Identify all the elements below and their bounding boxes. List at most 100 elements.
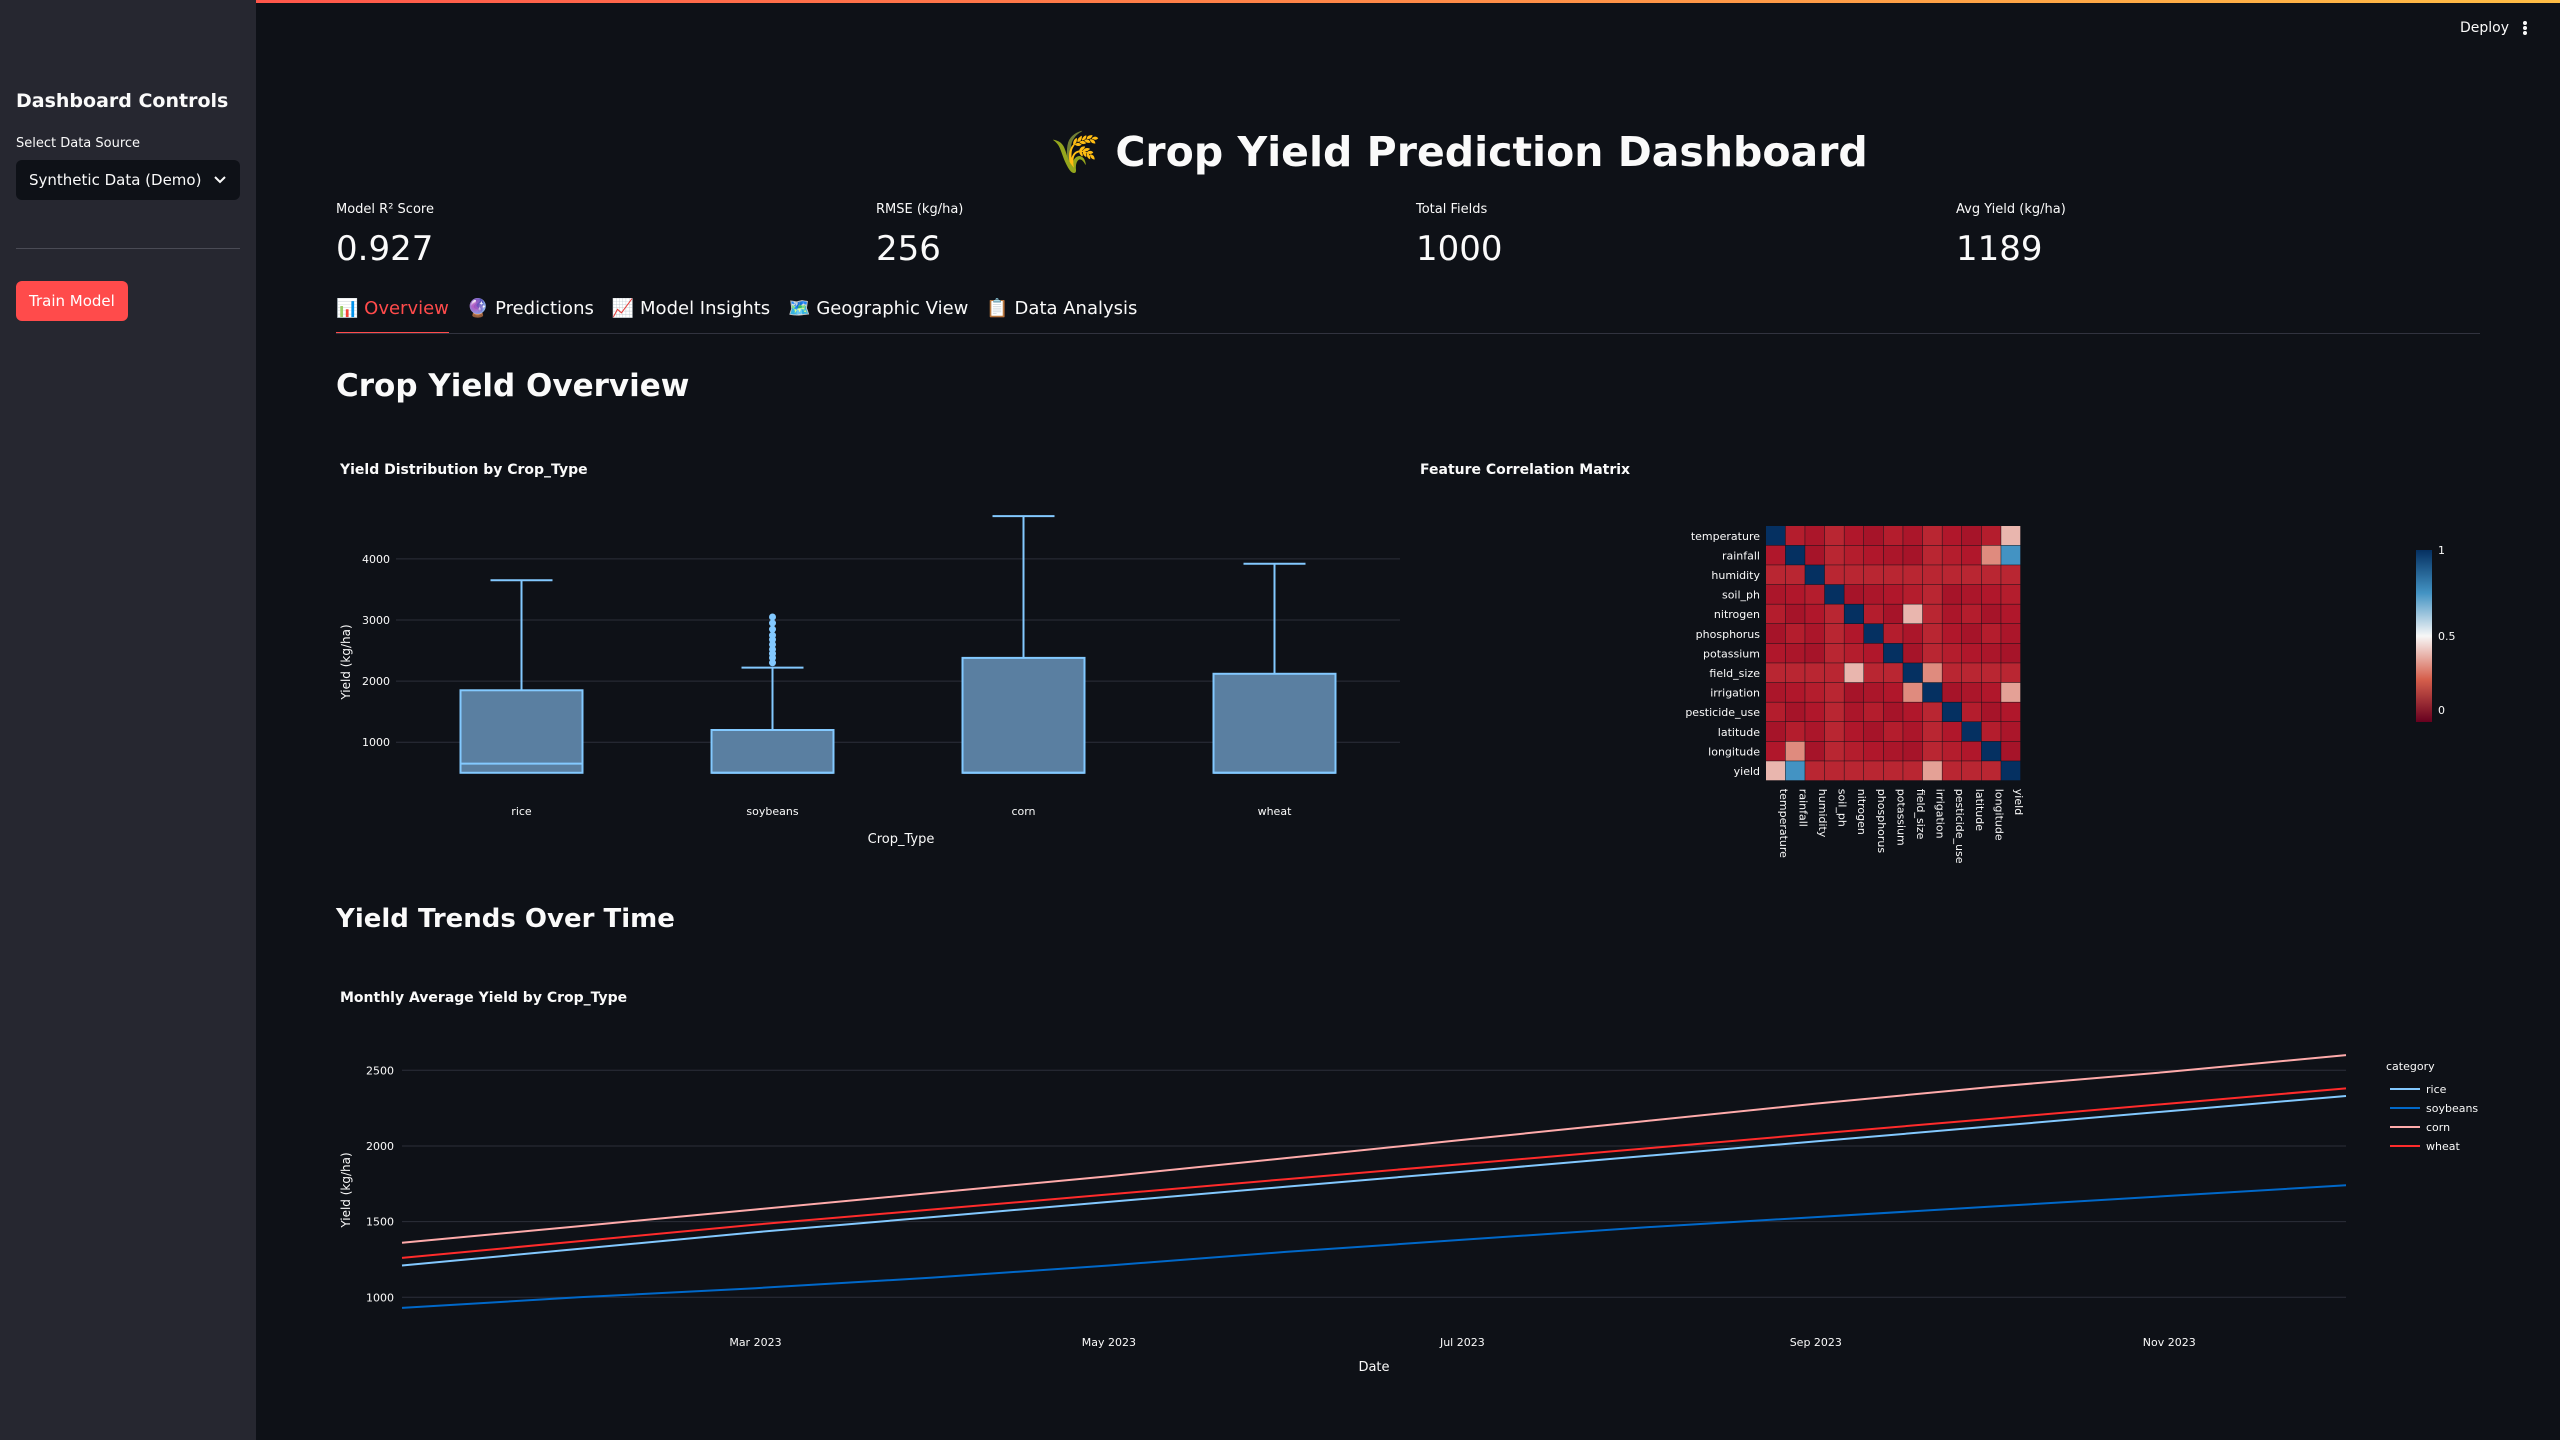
heatmap-cell[interactable]: [1922, 663, 1942, 683]
heatmap-cell[interactable]: [1766, 663, 1786, 683]
heatmap-cell[interactable]: [1824, 604, 1844, 624]
heatmap-cell[interactable]: [1824, 702, 1844, 722]
heatmap-cell[interactable]: [1805, 545, 1825, 565]
data-source-select[interactable]: Synthetic Data (Demo): [16, 160, 240, 200]
heatmap-cell[interactable]: [1903, 682, 1923, 702]
heatmap-cell[interactable]: [1942, 526, 1962, 546]
heatmap-cell[interactable]: [1844, 722, 1864, 742]
heatmap-cell[interactable]: [1864, 545, 1884, 565]
heatmap-cell[interactable]: [1883, 761, 1903, 781]
heatmap-cell[interactable]: [1903, 584, 1923, 604]
heatmap-cell[interactable]: [1922, 545, 1942, 565]
legend-item-soybeans[interactable]: soybeans: [2426, 1102, 2478, 1115]
legend-item-rice[interactable]: rice: [2426, 1083, 2447, 1096]
heatmap-cell[interactable]: [1903, 741, 1923, 761]
heatmap-cell[interactable]: [1942, 604, 1962, 624]
heatmap-cell[interactable]: [1805, 643, 1825, 663]
heatmap-cell[interactable]: [1844, 604, 1864, 624]
heatmap-cell[interactable]: [1903, 663, 1923, 683]
heatmap-cell[interactable]: [1766, 604, 1786, 624]
heatmap-cell[interactable]: [1962, 565, 1982, 585]
tab-predictions[interactable]: 🔮 Predictions: [467, 298, 594, 334]
heatmap-cell[interactable]: [1864, 624, 1884, 644]
heatmap-cell[interactable]: [1785, 604, 1805, 624]
line-series-rice[interactable]: [401, 1095, 2347, 1267]
heatmap-cell[interactable]: [2001, 526, 2021, 546]
heatmap-cell[interactable]: [1824, 584, 1844, 604]
heatmap-cell[interactable]: [2001, 604, 2021, 624]
heatmap-cell[interactable]: [1883, 624, 1903, 644]
heatmap-cell[interactable]: [1903, 722, 1923, 742]
heatmap-cell[interactable]: [1785, 624, 1805, 644]
heatmap-cell[interactable]: [1766, 702, 1786, 722]
heatmap-cell[interactable]: [1942, 565, 1962, 585]
box-wheat[interactable]: [1212, 672, 1337, 774]
heatmap-cell[interactable]: [1883, 663, 1903, 683]
heatmap-cell[interactable]: [1824, 643, 1844, 663]
heatmap-cell[interactable]: [1962, 761, 1982, 781]
heatmap-cell[interactable]: [2001, 643, 2021, 663]
heatmap-cell[interactable]: [1981, 663, 2001, 683]
heatmap-cell[interactable]: [1883, 565, 1903, 585]
deploy-button[interactable]: Deploy: [2460, 20, 2509, 36]
heatmap-cell[interactable]: [1766, 643, 1786, 663]
heatmap-cell[interactable]: [2001, 663, 2021, 683]
heatmap-cell[interactable]: [1844, 584, 1864, 604]
heatmap-cell[interactable]: [1766, 624, 1786, 644]
legend-item-wheat[interactable]: wheat: [2426, 1140, 2460, 1153]
heatmap-cell[interactable]: [1981, 526, 2001, 546]
heatmap-cell[interactable]: [1766, 761, 1786, 781]
heatmap-cell[interactable]: [1942, 663, 1962, 683]
heatmap-cell[interactable]: [1805, 663, 1825, 683]
heatmap-cell[interactable]: [1824, 682, 1844, 702]
heatmap-cell[interactable]: [1903, 545, 1923, 565]
heatmap-cell[interactable]: [1981, 545, 2001, 565]
box-chart[interactable]: 1000 2000 3000 4000 rice soybeans corn wheat C…: [336, 500, 1416, 860]
heatmap-cell[interactable]: [2001, 722, 2021, 742]
tab-geographic-view[interactable]: 🗺️ Geographic View: [788, 298, 968, 334]
heatmap-cell[interactable]: [1883, 545, 1903, 565]
heatmap-cell[interactable]: [1785, 722, 1805, 742]
heatmap-cell[interactable]: [1805, 584, 1825, 604]
heatmap-cell[interactable]: [1962, 741, 1982, 761]
more-menu-icon[interactable]: [2522, 20, 2528, 36]
heatmap-cell[interactable]: [1883, 643, 1903, 663]
heatmap-cell[interactable]: [1981, 722, 2001, 742]
heatmap-cell[interactable]: [1864, 584, 1884, 604]
heatmap-cell[interactable]: [1883, 741, 1903, 761]
heatmap-cell[interactable]: [1942, 761, 1962, 781]
heatmap-cell[interactable]: [1785, 584, 1805, 604]
heatmap-cell[interactable]: [1903, 761, 1923, 781]
heatmap-cell[interactable]: [1844, 565, 1864, 585]
line-series-corn[interactable]: [401, 1054, 2347, 1244]
heatmap-cell[interactable]: [1805, 722, 1825, 742]
heatmap-cell[interactable]: [1883, 702, 1903, 722]
heatmap-cell[interactable]: [1903, 643, 1923, 663]
heatmap-cell[interactable]: [1942, 624, 1962, 644]
heatmap-cell[interactable]: [2001, 565, 2021, 585]
heatmap-cell[interactable]: [1844, 682, 1864, 702]
heatmap-cell[interactable]: [1785, 682, 1805, 702]
train-model-button[interactable]: Train Model: [16, 281, 128, 321]
heatmap-cell[interactable]: [1785, 741, 1805, 761]
heatmap-cell[interactable]: [1766, 722, 1786, 742]
heatmap-cell[interactable]: [1844, 643, 1864, 663]
heatmap-cell[interactable]: [1864, 663, 1884, 683]
heatmap-cell[interactable]: [1981, 702, 2001, 722]
heatmap-cell[interactable]: [1962, 604, 1982, 624]
heatmap-cell[interactable]: [1981, 624, 2001, 644]
heatmap-cell[interactable]: [1883, 604, 1903, 624]
heatmap-cell[interactable]: [1922, 761, 1942, 781]
heatmap-cell[interactable]: [1981, 643, 2001, 663]
heatmap-cell[interactable]: [1785, 663, 1805, 683]
heatmap-cell[interactable]: [1824, 722, 1844, 742]
tab-overview[interactable]: 📊 Overview: [336, 298, 449, 334]
heatmap-cell[interactable]: [1962, 682, 1982, 702]
heatmap-cell[interactable]: [1942, 584, 1962, 604]
heatmap-cell[interactable]: [1824, 741, 1844, 761]
heatmap-cell[interactable]: [1903, 702, 1923, 722]
heatmap-cell[interactable]: [1864, 526, 1884, 546]
heatmap-cell[interactable]: [1903, 526, 1923, 546]
heatmap-cell[interactable]: [1864, 741, 1884, 761]
heatmap-cell[interactable]: [1962, 663, 1982, 683]
